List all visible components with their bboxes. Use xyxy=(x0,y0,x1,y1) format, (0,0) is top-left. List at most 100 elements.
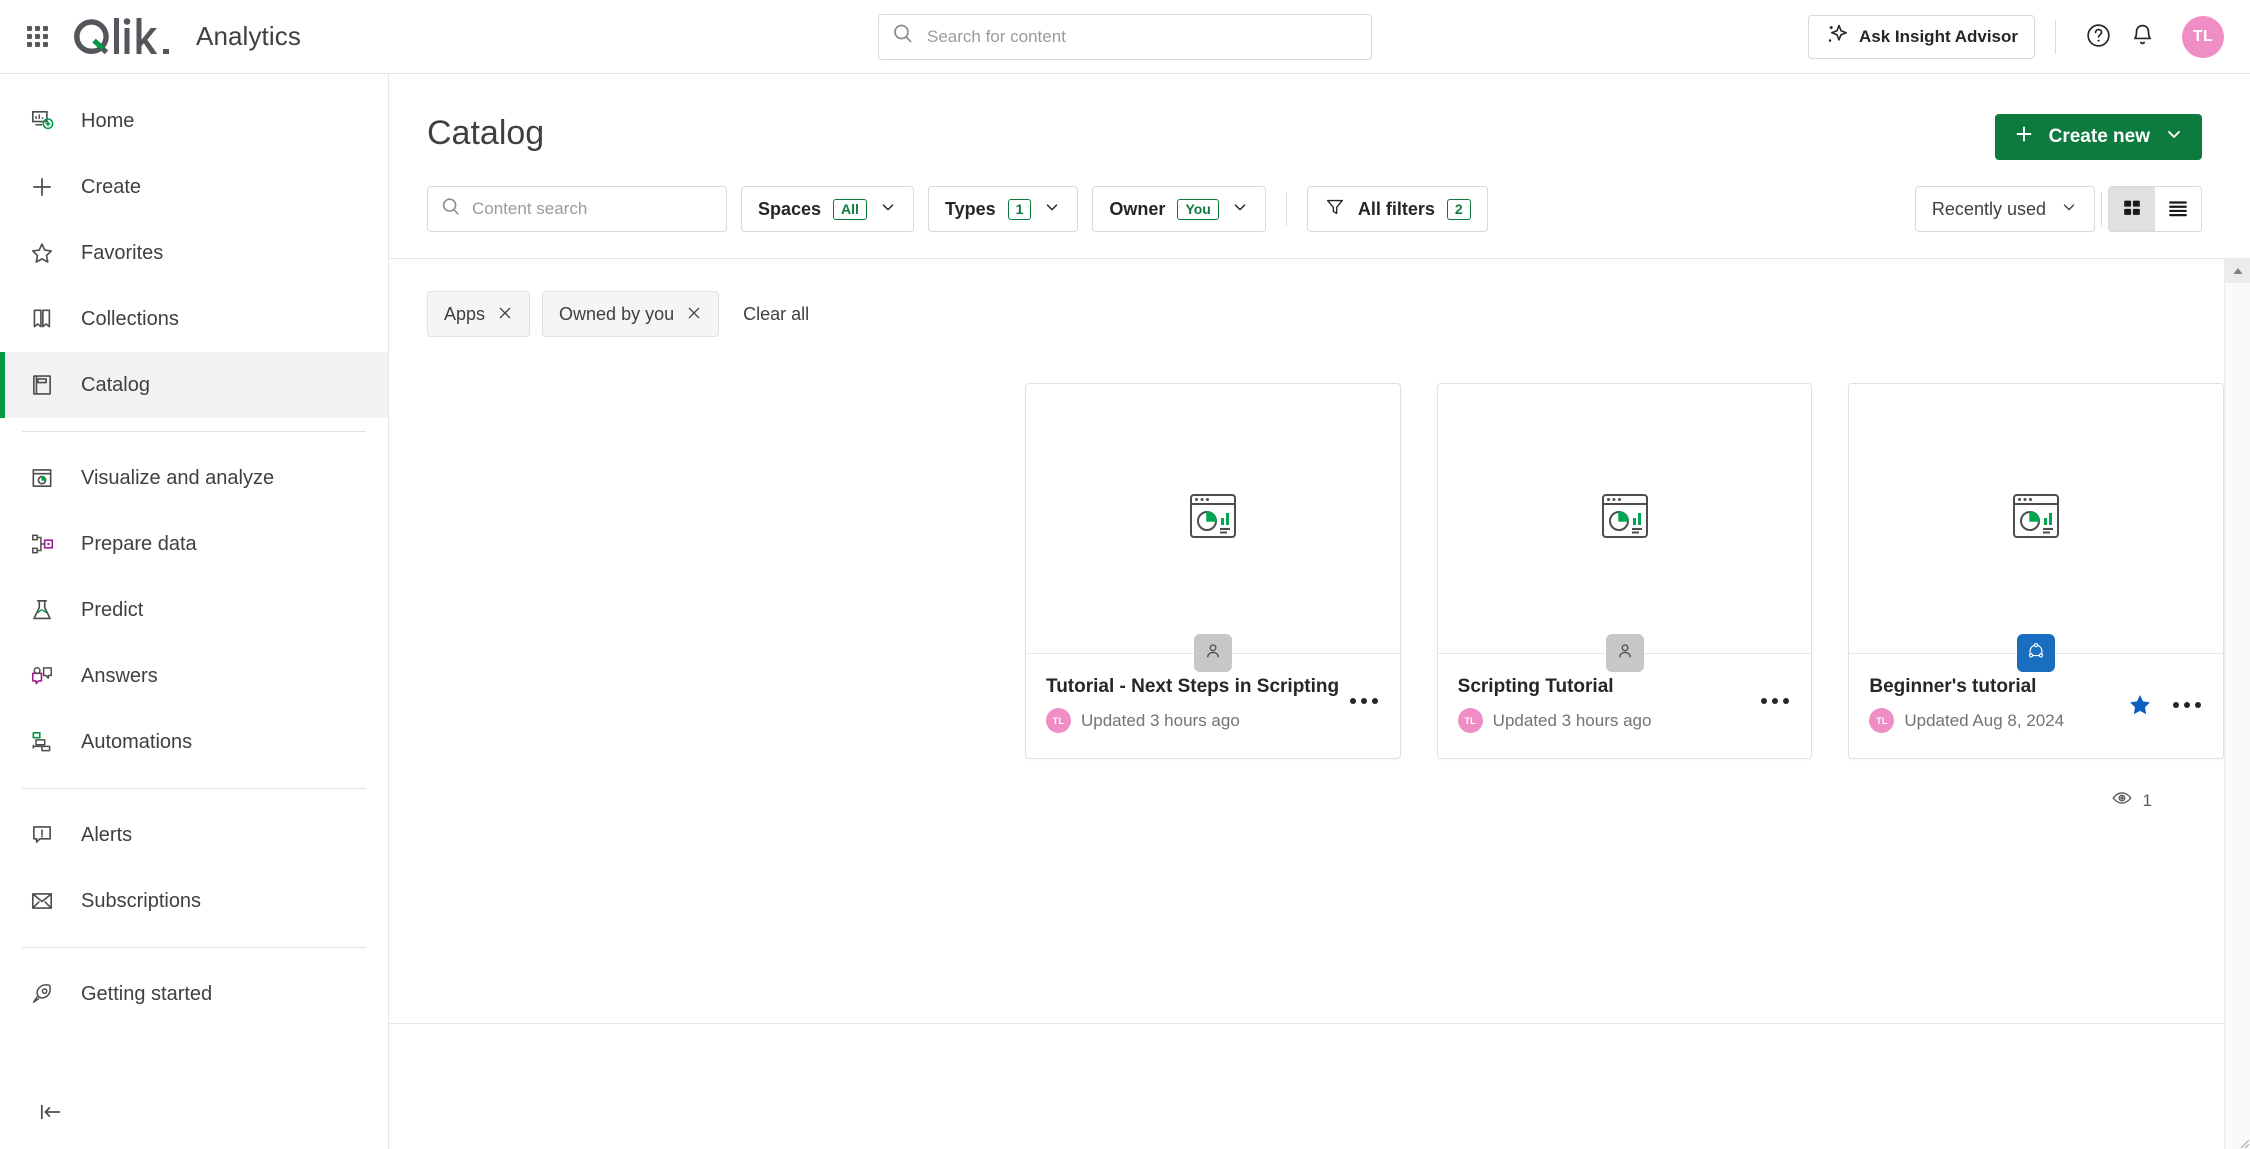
catalog-scroll-region: Apps Owned by you Clear all Tutorial - N… xyxy=(389,259,2224,1149)
bookmark-icon xyxy=(25,302,59,336)
sidebar-item-subscriptions[interactable]: Subscriptions xyxy=(0,868,388,934)
content-search-input[interactable] xyxy=(472,199,714,219)
panel-bottom-spacer xyxy=(389,814,2224,1024)
sidebar-divider xyxy=(22,431,366,432)
sort-order-label: Recently used xyxy=(1931,198,2046,219)
top-bar-actions: Ask Insight Advisor TL xyxy=(1807,14,2224,59)
sidebar-item-create[interactable]: Create xyxy=(0,154,388,220)
sidebar-item-label: Home xyxy=(81,109,135,132)
help-button[interactable] xyxy=(2076,15,2120,59)
toolbar-divider xyxy=(1285,192,1287,226)
filter-chip-label: Owned by you xyxy=(559,303,675,324)
types-filter-label: Types xyxy=(944,198,996,219)
personal-space-person-icon xyxy=(1615,641,1635,666)
list-view-button[interactable] xyxy=(2155,187,2201,231)
funnel-icon xyxy=(1324,196,1346,223)
toolbar-right-group: Recently used xyxy=(1914,186,2202,232)
sidebar-item-collections[interactable]: Collections xyxy=(0,286,388,352)
all-filters-button[interactable]: All filters 2 xyxy=(1306,186,1488,232)
sidebar-collapse-button[interactable] xyxy=(0,1079,388,1149)
sidebar-item-label: Create xyxy=(81,175,142,198)
app-chart-window-icon xyxy=(2008,488,2064,549)
scrollbar-track[interactable] xyxy=(2225,283,2250,1129)
global-search-box[interactable] xyxy=(878,13,1372,60)
flask-icon xyxy=(25,593,59,627)
user-avatar[interactable]: TL xyxy=(2182,15,2224,58)
all-filters-badge: 2 xyxy=(1446,198,1471,220)
sidebar-item-alerts[interactable]: Alerts xyxy=(0,802,388,868)
resize-grip-icon[interactable] xyxy=(2225,1129,2250,1149)
question-circle-icon xyxy=(2085,22,2112,52)
notifications-button[interactable] xyxy=(2120,15,2164,59)
ask-insight-advisor-button[interactable]: Ask Insight Advisor xyxy=(1807,14,2035,59)
scroll-up-arrow-icon[interactable] xyxy=(2224,259,2250,283)
sidebar-item-label: Favorites xyxy=(81,241,164,264)
envelope-icon xyxy=(25,884,59,918)
personal-space-badge xyxy=(1605,634,1644,672)
app-card[interactable]: Beginner's tutorial TL Updated Aug 8, 20… xyxy=(1848,383,2224,759)
top-bar-divider xyxy=(2055,19,2056,54)
sidebar-divider xyxy=(22,788,366,789)
more-horizontal-icon[interactable] xyxy=(1759,692,1791,710)
content-search-box[interactable] xyxy=(427,186,727,232)
main-content-area: Catalog Create new Content search Spaces… xyxy=(389,74,2250,1149)
app-card-title: Scripting Tutorial xyxy=(1457,676,1614,697)
sidebar-item-home[interactable]: Home xyxy=(0,88,388,154)
owner-avatar: TL xyxy=(1046,708,1071,733)
more-horizontal-icon[interactable] xyxy=(1348,692,1380,710)
app-card-updated: Updated 3 hours ago xyxy=(1492,710,1652,730)
sidebar-item-catalog[interactable]: Catalog xyxy=(0,352,388,418)
app-card-subtitle: TL Updated Aug 8, 2024 xyxy=(1869,708,2127,733)
app-launcher-grid-icon[interactable] xyxy=(20,20,54,54)
qlik-logo[interactable] xyxy=(68,15,176,59)
global-search-input[interactable] xyxy=(927,26,1359,47)
all-filters-label: All filters xyxy=(1357,198,1435,219)
app-card-actions xyxy=(2127,676,2203,718)
sidebar-item-visualize-and-analyze[interactable]: Visualize and analyze xyxy=(0,445,388,511)
app-card-meta: Scripting Tutorial TL Updated 3 hours ag… xyxy=(1457,676,1760,733)
more-horizontal-icon[interactable] xyxy=(2171,696,2203,714)
qlik-analytics-app: Analytics Ask Insight Advisor xyxy=(0,0,2250,1149)
spaces-filter-button[interactable]: Spaces All xyxy=(741,186,914,232)
spaces-filter-badge: All xyxy=(833,198,867,220)
left-sidebar-navigation: Home Create Favorites Collections Catalo… xyxy=(0,74,389,1149)
chevron-down-icon xyxy=(2060,198,2078,221)
toolbar-divider xyxy=(2101,192,2102,226)
grid-view-button[interactable] xyxy=(2109,187,2155,231)
owner-filter-button[interactable]: Owner You xyxy=(1092,186,1266,232)
page-title: Catalog xyxy=(427,114,545,152)
sidebar-item-getting-started[interactable]: Getting started xyxy=(0,961,388,1027)
filter-chip-apps[interactable]: Apps xyxy=(427,291,531,337)
filter-chip-owned-by-you[interactable]: Owned by you xyxy=(542,291,720,337)
vertical-scrollbar[interactable] xyxy=(2224,259,2250,1149)
sidebar-item-label: Predict xyxy=(81,598,144,621)
sort-order-button[interactable]: Recently used xyxy=(1914,186,2095,232)
clear-all-filters-button[interactable]: Clear all xyxy=(743,304,809,325)
sidebar-item-automations[interactable]: Automations xyxy=(0,709,388,775)
close-icon[interactable] xyxy=(686,305,702,324)
sidebar-item-predict[interactable]: Predict xyxy=(0,577,388,643)
alert-bubble-icon xyxy=(25,818,59,852)
active-filter-chips: Apps Owned by you Clear all xyxy=(389,259,2224,337)
app-card[interactable]: Tutorial - Next Steps in Scripting TL Up… xyxy=(1025,383,1401,759)
types-filter-button[interactable]: Types 1 xyxy=(927,186,1079,232)
sidebar-item-label: Visualize and analyze xyxy=(81,466,275,489)
sidebar-item-answers[interactable]: Answers xyxy=(0,643,388,709)
owner-filter-label: Owner xyxy=(1109,198,1166,219)
sidebar-item-favorites[interactable]: Favorites xyxy=(0,220,388,286)
app-card[interactable]: Scripting Tutorial TL Updated 3 hours ag… xyxy=(1436,383,1813,759)
create-new-button[interactable]: Create new xyxy=(1994,114,2202,160)
favorite-star-icon[interactable] xyxy=(2127,692,2153,718)
visualize-window-icon xyxy=(25,461,59,495)
catalog-book-icon xyxy=(25,368,59,402)
sidebar-item-label: Answers xyxy=(81,664,158,687)
search-icon xyxy=(891,22,915,51)
sidebar-item-prepare-data[interactable]: Prepare data xyxy=(0,511,388,577)
ask-insight-advisor-label: Ask Insight Advisor xyxy=(1858,26,2018,46)
list-view-icon xyxy=(2167,197,2189,222)
close-icon[interactable] xyxy=(497,305,513,324)
personal-space-person-icon xyxy=(1203,641,1223,666)
app-card-subtitle: TL Updated 3 hours ago xyxy=(1457,708,1760,733)
chevron-down-icon xyxy=(1231,198,1249,221)
app-title: Analytics xyxy=(196,21,301,51)
